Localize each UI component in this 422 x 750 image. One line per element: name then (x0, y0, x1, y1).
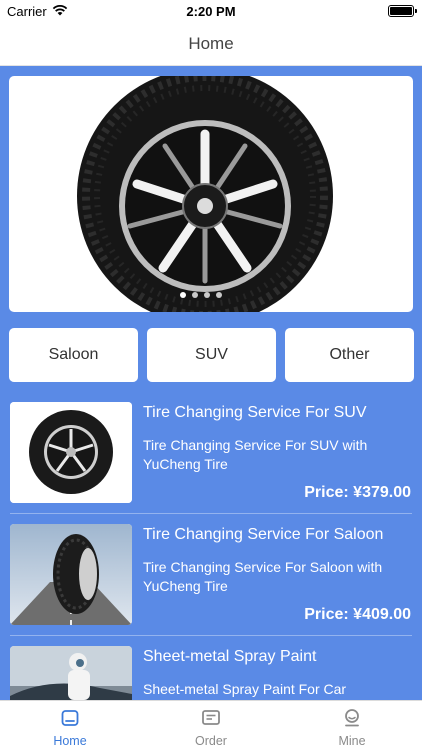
divider (10, 635, 412, 636)
page-dot (216, 292, 222, 298)
saloon-tire-road-image (10, 524, 132, 625)
product-description: Tire Changing Service For Saloon with Yu… (143, 559, 383, 594)
tab-bar: Home Order Mine (0, 700, 422, 750)
home-icon (61, 710, 79, 726)
category-saloon-button[interactable]: Saloon (9, 328, 138, 382)
product-item[interactable]: Tire Changing Service For SUV Tire Chang… (0, 402, 422, 524)
order-icon (202, 710, 220, 725)
product-price: Price: ¥409.00 (304, 606, 411, 623)
tab-order-label: Order (195, 734, 227, 748)
category-other-button[interactable]: Other (285, 328, 414, 382)
tire-wheel-banner-image (77, 76, 333, 312)
product-name: Tire Changing Service For Saloon (143, 526, 384, 543)
banner-carousel[interactable] (9, 76, 413, 312)
mine-icon (345, 709, 359, 727)
tab-order[interactable]: Order (141, 701, 281, 750)
page-dot (204, 292, 210, 298)
battery-icon (388, 5, 417, 17)
product-description: Sheet-metal Spray Paint For Car (143, 681, 347, 697)
status-bar: Carrier 2:20 PM (0, 0, 422, 22)
product-name: Sheet-metal Spray Paint (143, 648, 317, 665)
tab-mine-label: Mine (338, 734, 366, 748)
product-description: Tire Changing Service For SUV with YuChe… (143, 437, 368, 472)
tab-home[interactable]: Home (0, 701, 140, 750)
product-item[interactable]: Tire Changing Service For Saloon Tire Ch… (0, 524, 422, 646)
clock-time: 2:20 PM (186, 4, 236, 19)
tab-mine[interactable]: Mine (282, 701, 422, 750)
category-suv-button[interactable]: SUV (147, 328, 276, 382)
suv-tire-image (10, 402, 132, 503)
tab-home-label: Home (53, 734, 87, 748)
page-title: Home (188, 34, 234, 53)
product-name: Tire Changing Service For SUV (143, 404, 367, 421)
page-dot-active (180, 292, 186, 298)
product-price: Price: ¥379.00 (304, 484, 411, 501)
navigation-bar: Home (0, 22, 422, 66)
page-dot (192, 292, 198, 298)
divider (10, 513, 412, 514)
